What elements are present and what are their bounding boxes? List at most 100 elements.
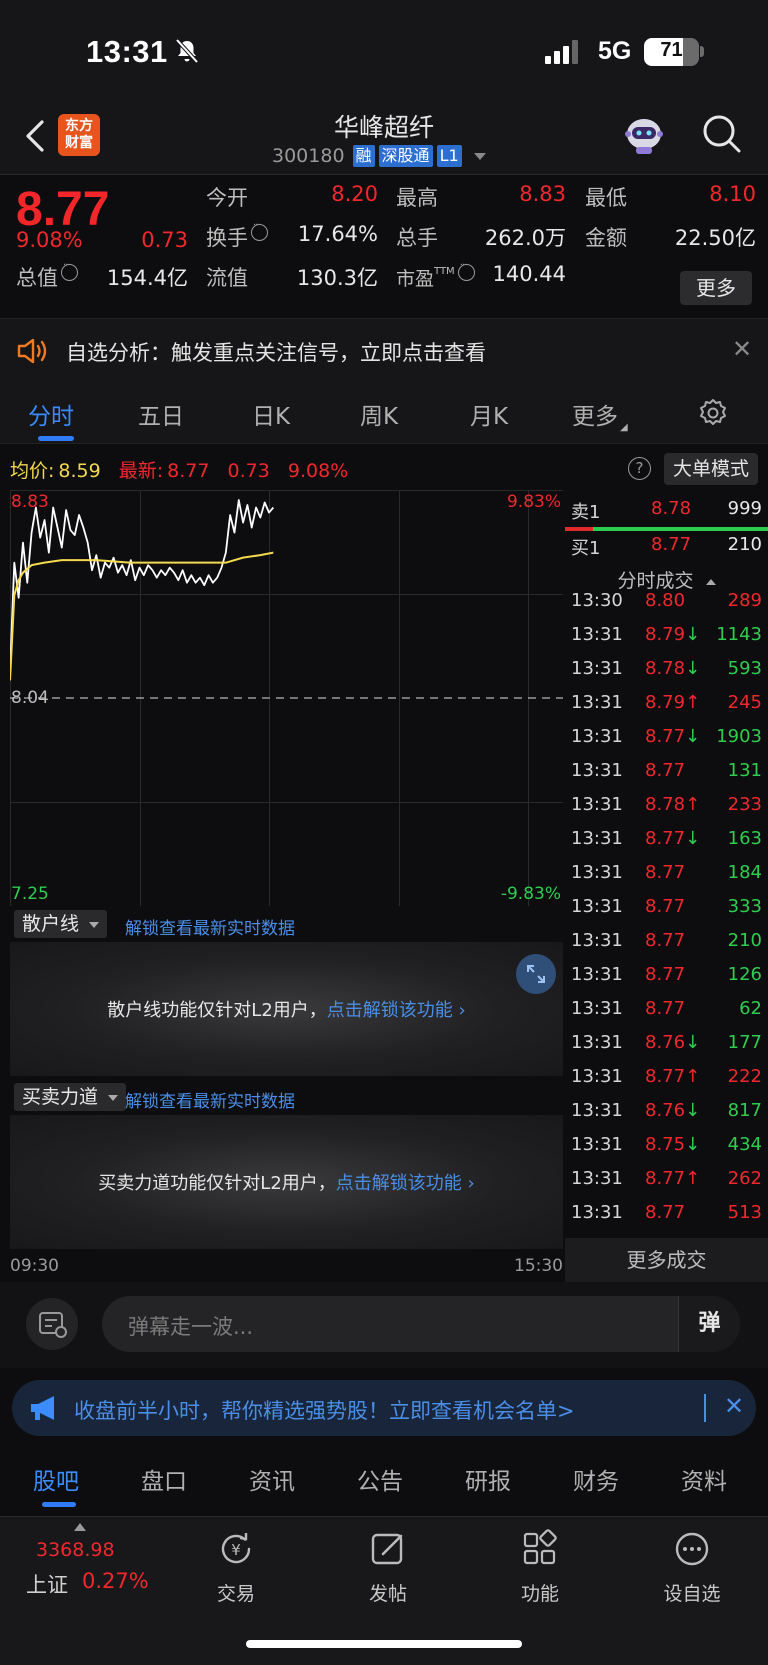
tab-intraday[interactable]: 分时 xyxy=(28,397,74,431)
functions-button[interactable]: 功能 xyxy=(490,1529,590,1606)
intraday-chart-svg xyxy=(10,490,563,906)
tick-price: 8.77↓ xyxy=(645,828,701,849)
tick-row: 13:31 8.78↓ 593 xyxy=(565,658,768,692)
low-label: 最低 xyxy=(585,186,627,210)
tick-price: 8.77 xyxy=(645,930,686,951)
tab-forum[interactable]: 股吧 xyxy=(33,1462,79,1496)
tab-monthly-k[interactable]: 月K xyxy=(470,397,508,431)
more-trades-button[interactable]: 更多成交 xyxy=(565,1238,768,1282)
chart-legend: 均价: 8.59 最新: 8.77 0.73 9.08% xyxy=(10,460,349,482)
banner-text: 自选分析：触发重点关注信号，立即点击查看 xyxy=(66,341,486,365)
indicator-selector-1[interactable]: 散户线 xyxy=(14,910,108,938)
intraday-chart[interactable]: 8.83 8.04 7.25 9.83% -9.83% xyxy=(10,490,563,906)
tick-price: 8.78↓ xyxy=(645,658,701,679)
gear-icon[interactable] xyxy=(698,398,728,428)
tick-time: 13:31 xyxy=(571,658,623,679)
high-label: 最高 xyxy=(396,186,438,210)
mktcap-label[interactable]: 总值 xyxy=(16,260,78,292)
tab-five-day[interactable]: 五日 xyxy=(138,397,184,431)
close-icon[interactable]: ✕ xyxy=(724,1392,744,1420)
network-type: 5G xyxy=(598,37,632,65)
float-cap-value: 130.3亿 xyxy=(296,266,378,290)
tick-row: 13:31 8.77 126 xyxy=(565,964,768,998)
amount-value: 22.50亿 xyxy=(674,226,756,250)
chevron-down-icon[interactable] xyxy=(473,152,486,160)
tick-row: 13:31 8.77↑ 262 xyxy=(565,1168,768,1202)
turnover-value: 17.64% xyxy=(297,222,378,246)
indicator-selector-2[interactable]: 买卖力道 xyxy=(14,1083,127,1111)
danmaku-settings-icon[interactable] xyxy=(26,1298,78,1350)
x-tick-end: 15:30 xyxy=(514,1256,563,1276)
functions-label: 功能 xyxy=(520,1583,559,1605)
open-label: 今开 xyxy=(206,186,248,210)
trade-side-panel: 卖1 8.78 999 买1 8.77 210 分时成交 13:30 8.80 28… xyxy=(565,490,768,1282)
tick-time: 13:31 xyxy=(571,930,623,951)
retail-line-panel[interactable]: 散户线功能仅针对L2用户，点击解锁该功能 › xyxy=(10,942,563,1076)
tick-time: 13:31 xyxy=(571,896,623,917)
unlock-link-2[interactable]: 解锁查看最新实时数据 xyxy=(125,1087,295,1112)
tick-time: 13:31 xyxy=(571,692,623,713)
tag-level: L1 xyxy=(436,145,462,167)
unlock-link-1[interactable]: 解锁查看最新实时数据 xyxy=(125,914,295,939)
tick-row: 13:31 8.77 333 xyxy=(565,896,768,930)
change-amount: 0.73 xyxy=(141,228,188,252)
help-icon[interactable]: ? xyxy=(628,457,651,480)
ticks-header[interactable]: 分时成交 xyxy=(565,566,768,593)
status-bar: 13:31 5G 71 xyxy=(0,0,768,100)
active-tab-indicator xyxy=(38,436,74,441)
unlock-feature-link-2[interactable]: 点击解锁该功能 › xyxy=(336,1173,475,1194)
tick-row: 13:30 8.80 289 xyxy=(565,590,768,624)
expand-icon[interactable] xyxy=(516,954,556,994)
stock-code-row[interactable]: 300180 融 深股通 L1 xyxy=(272,144,486,168)
tick-time: 13:31 xyxy=(571,1066,623,1087)
danmaku-toggle-button[interactable]: 弹 xyxy=(678,1296,740,1352)
volume-value: 262.0万 xyxy=(484,226,566,250)
tick-time: 13:31 xyxy=(571,828,623,849)
buy-sell-force-panel[interactable]: 买卖力道功能仅针对L2用户，点击解锁该功能 › xyxy=(10,1115,563,1249)
pct-tick-high: 9.83% xyxy=(506,492,561,512)
tick-volume: 163 xyxy=(727,828,762,849)
turnover-label[interactable]: 换手 xyxy=(206,220,268,252)
tab-more[interactable]: 更多 ◢ xyxy=(572,397,628,433)
tab-announcements[interactable]: 公告 xyxy=(357,1462,403,1496)
watchlist-analysis-banner[interactable]: 自选分析：触发重点关注信号，立即点击查看 ✕ xyxy=(0,318,768,382)
tick-time: 13:31 xyxy=(571,1168,623,1189)
robot-assistant-icon[interactable] xyxy=(622,112,666,156)
speaker-icon xyxy=(17,338,47,364)
big-order-mode-button[interactable]: 大单模式 xyxy=(664,453,758,485)
tick-price: 8.77 xyxy=(645,964,686,985)
pe-label[interactable]: 市盈TTM xyxy=(396,260,475,290)
index-name: 上证 xyxy=(26,1573,68,1597)
tick-row: 13:31 8.77 210 xyxy=(565,930,768,964)
more-quote-button[interactable]: 更多 xyxy=(680,271,752,305)
pct-tick-low: -9.83% xyxy=(500,884,561,904)
tab-daily-k[interactable]: 日K xyxy=(252,397,290,431)
time-axis: 09:30 15:30 xyxy=(10,1256,563,1276)
danmaku-input[interactable]: 弹幕走一波... 弹 xyxy=(102,1296,740,1352)
chart-tabs: 分时 五日 日K 周K 月K 更多 ◢ xyxy=(0,382,768,444)
trade-icon: ¥ xyxy=(221,1533,251,1564)
close-icon[interactable]: ✕ xyxy=(732,335,752,363)
tab-news[interactable]: 资讯 xyxy=(249,1462,295,1496)
tick-price: 8.76↓ xyxy=(645,1032,701,1053)
unlock-feature-link-1[interactable]: 点击解锁该功能 › xyxy=(327,1000,466,1021)
tab-finance[interactable]: 财务 xyxy=(573,1462,619,1496)
trade-button[interactable]: ¥ 交易 xyxy=(186,1529,286,1606)
tick-price: 8.77↓ xyxy=(645,726,701,747)
add-watchlist-button[interactable]: 设自选 xyxy=(642,1529,742,1606)
info-icon xyxy=(251,220,268,241)
battery-level: 71 xyxy=(660,39,683,61)
promo-banner[interactable]: 收盘前半小时，帮你精选强势股！立即查看机会名单> ✕ xyxy=(12,1380,756,1436)
tab-research[interactable]: 研报 xyxy=(465,1462,511,1496)
search-icon[interactable] xyxy=(700,112,744,156)
tab-order-book[interactable]: 盘口 xyxy=(141,1462,187,1496)
add-watchlist-label: 设自选 xyxy=(663,1583,721,1605)
comment-bar: 弹幕走一波... 弹 xyxy=(0,1282,768,1368)
tab-profile[interactable]: 资料 xyxy=(681,1462,727,1496)
high-value: 8.83 xyxy=(519,182,566,206)
tick-price: 8.76↓ xyxy=(645,1100,701,1121)
post-button[interactable]: 发帖 xyxy=(338,1529,438,1606)
tick-time: 13:30 xyxy=(571,590,623,611)
buy-1-row[interactable]: 买1 8.77 210 xyxy=(565,534,768,568)
tab-weekly-k[interactable]: 周K xyxy=(360,397,398,431)
